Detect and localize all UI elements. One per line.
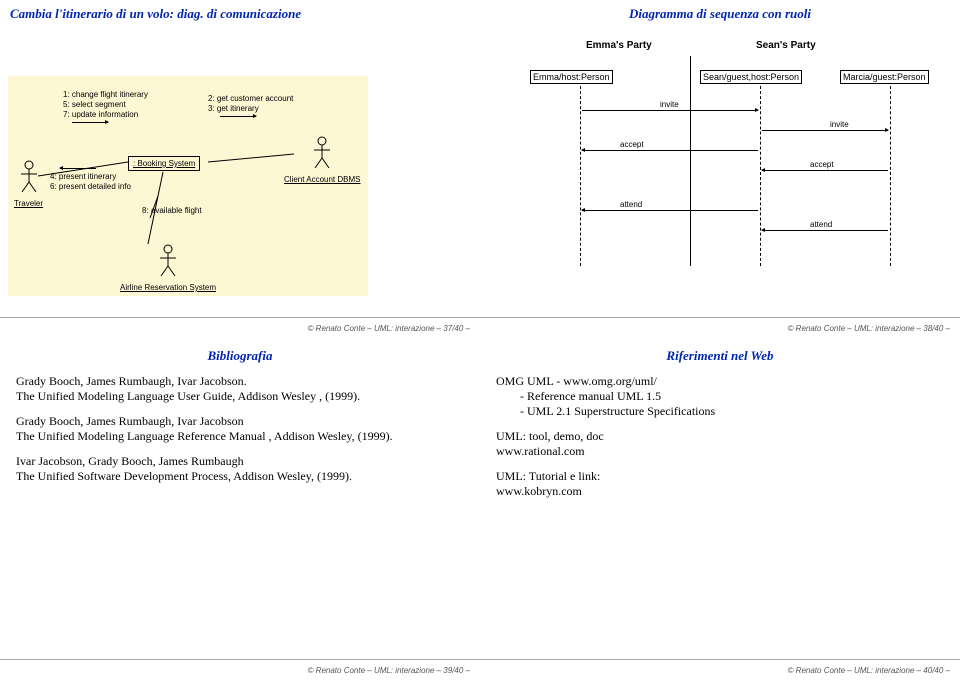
actor-label: Traveler [14,199,43,208]
arrow-icon [72,122,108,123]
slide-communication-diagram: Cambia l'itinerario di un volo: diag. di… [0,0,480,342]
ref-2: Grady Booch, James Rumbaugh, Ivar Jacobs… [16,414,464,444]
link-kobryn: UML: Tutorial e link: www.kobryn.com [496,469,944,499]
web-refs-list: OMG UML - www.omg.org/uml/ - Reference m… [480,374,960,499]
lifeline-emma: Emma/host:Person [530,70,613,84]
link-sub: - UML 2.1 Superstructure Specifications [520,404,944,419]
ref-1: Grady Booch, James Rumbaugh, Ivar Jacobs… [16,374,464,404]
message-1: 1: change flight itinerary [63,90,148,99]
actor-airline: Airline Reservation System [120,244,216,292]
lifeline-sean: Sean/guest,host:Person [700,70,802,84]
arrow-icon [762,230,888,231]
msg-attend: attend [810,220,832,229]
slide-footer: © Renato Conte – UML: interazione – 37/4… [0,317,480,336]
msg-attend: attend [620,200,642,209]
ref-authors: Ivar Jacobson, Grady Booch, James Rumbau… [16,454,464,469]
footer-text: © Renato Conte – UML: interazione – 38/4… [788,324,950,333]
lifeline-marcia: Marcia/guest:Person [840,70,929,84]
arrow-icon [762,130,888,131]
slide-title: Bibliografia [10,348,470,364]
ref-3: Ivar Jacobson, Grady Booch, James Rumbau… [16,454,464,484]
footer-text: © Renato Conte – UML: interazione – 39/4… [308,666,470,675]
communication-diagram: Traveler Client Account DBMS Airline Res… [8,76,368,296]
footer-text: © Renato Conte – UML: interazione – 37/4… [308,324,470,333]
link-omg: OMG UML - www.omg.org/uml/ - Reference m… [496,374,944,419]
bibliography-list: Grady Booch, James Rumbaugh, Ivar Jacobs… [0,374,480,484]
message-7: 7: update information [63,110,138,119]
booking-system-object: : Booking System [128,156,200,171]
msg-accept: accept [810,160,834,169]
ref-title: The Unified Modeling Language User Guide… [16,389,464,404]
partition-emma: Emma's Party [586,40,652,51]
link-url: www.kobryn.com [496,484,944,499]
link-url: www.rational.com [496,444,944,459]
msg-invite: invite [660,100,679,109]
lifeline-dash [760,86,761,266]
link-text: OMG UML - www.omg.org/uml/ [496,374,944,389]
ref-authors: Grady Booch, James Rumbaugh, Ivar Jacobs… [16,374,464,389]
link-rational: UML: tool, demo, doc www.rational.com [496,429,944,459]
ref-title: The Unified Modeling Language Reference … [16,429,464,444]
slide-sequence-diagram: Diagramma di sequenza con ruoli Emma's P… [480,0,960,342]
msg-accept: accept [620,140,644,149]
link-sub: - Reference manual UML 1.5 [520,389,944,404]
arrow-icon [220,116,256,117]
lifeline-dash [580,86,581,266]
message-3: 3: get itinerary [208,104,259,113]
ref-title: The Unified Software Development Process… [16,469,464,484]
lifeline-dash [890,86,891,266]
message-6: 6: present detailed info [50,182,131,191]
actor-label: Client Account DBMS [284,175,360,184]
link-text: UML: Tutorial e link: [496,469,944,484]
slide-footer: © Renato Conte – UML: interazione – 40/4… [480,659,960,678]
partition-sean: Sean's Party [756,40,816,51]
arrow-icon [60,168,96,169]
actor-label: Airline Reservation System [120,283,216,292]
slide-footer: © Renato Conte – UML: interazione – 38/4… [480,317,960,336]
slide-title: Diagramma di sequenza con ruoli [490,6,950,22]
arrow-icon [582,110,758,111]
msg-invite: invite [830,120,849,129]
ref-authors: Grady Booch, James Rumbaugh, Ivar Jacobs… [16,414,464,429]
sequence-diagram: Emma's Party Sean's Party Emma/host:Pers… [500,40,940,280]
message-8: 8: available flight [142,206,202,215]
message-4: 4: present itinerary [50,172,116,181]
actor-traveler: Traveler [14,160,43,208]
message-5: 5: select segment [63,100,126,109]
message-2: 2: get customer account [208,94,293,103]
partition-divider [690,56,691,266]
slide-title: Cambia l'itinerario di un volo: diag. di… [10,6,470,22]
link-text: UML: tool, demo, doc [496,429,944,444]
slide-web-refs: Riferimenti nel Web OMG UML - www.omg.or… [480,342,960,684]
arrow-icon [762,170,888,171]
slide-title: Riferimenti nel Web [490,348,950,364]
actor-client-dbms: Client Account DBMS [284,136,360,184]
slide-bibliography: Bibliografia Grady Booch, James Rumbaugh… [0,342,480,684]
arrow-icon [582,150,758,151]
arrow-icon [582,210,758,211]
slide-footer: © Renato Conte – UML: interazione – 39/4… [0,659,480,678]
footer-text: © Renato Conte – UML: interazione – 40/4… [788,666,950,675]
